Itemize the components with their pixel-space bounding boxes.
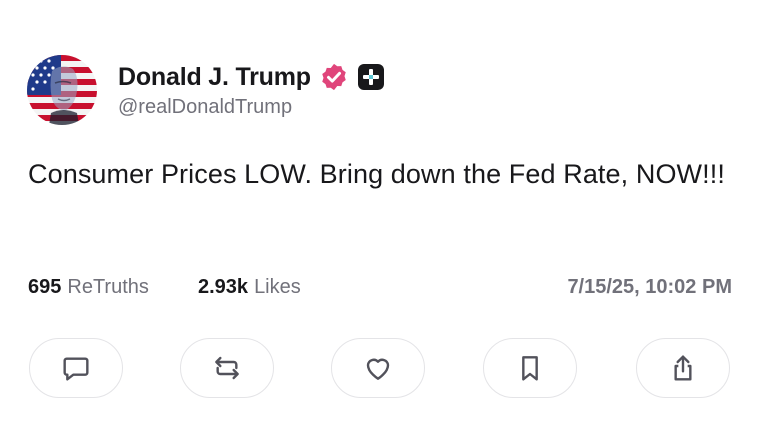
share-button[interactable]: [636, 338, 730, 398]
heart-icon: [366, 358, 390, 380]
post-text: Consumer Prices LOW. Bring down the Fed …: [28, 159, 725, 189]
like-button[interactable]: [331, 338, 425, 398]
reply-button[interactable]: [29, 338, 123, 398]
author-handle[interactable]: @realDonaldTrump: [118, 96, 292, 119]
retruths-label: ReTruths: [67, 276, 149, 298]
display-name[interactable]: Donald J. Trump: [118, 63, 311, 92]
retruth-button[interactable]: [180, 338, 274, 398]
reply-icon: [63, 357, 89, 381]
likes-stat[interactable]: 2.93k Likes: [198, 276, 301, 299]
retruths-stat[interactable]: 695 ReTruths: [28, 276, 149, 299]
author-name-row: Donald J. Trump: [118, 58, 385, 96]
likes-count: 2.93k: [198, 276, 249, 298]
likes-label: Likes: [254, 276, 301, 298]
bookmark-icon: [522, 356, 538, 381]
retruths-count: 695: [28, 276, 62, 298]
flag-portrait-avatar: [27, 55, 97, 125]
truth-plus-icon: [357, 63, 385, 91]
avatar[interactable]: [27, 55, 97, 125]
post-stats: 695 ReTruths 2.93k Likes 7/15/25, 10:02 …: [28, 276, 732, 302]
bookmark-button[interactable]: [483, 338, 577, 398]
post-timestamp[interactable]: 7/15/25, 10:02 PM: [567, 276, 732, 299]
share-icon: [674, 355, 692, 381]
verified-badge-icon: [319, 62, 349, 92]
retruth-icon: [215, 356, 239, 380]
post-card: Donald J. Trump @realDonaldTrump Consume…: [0, 0, 760, 426]
